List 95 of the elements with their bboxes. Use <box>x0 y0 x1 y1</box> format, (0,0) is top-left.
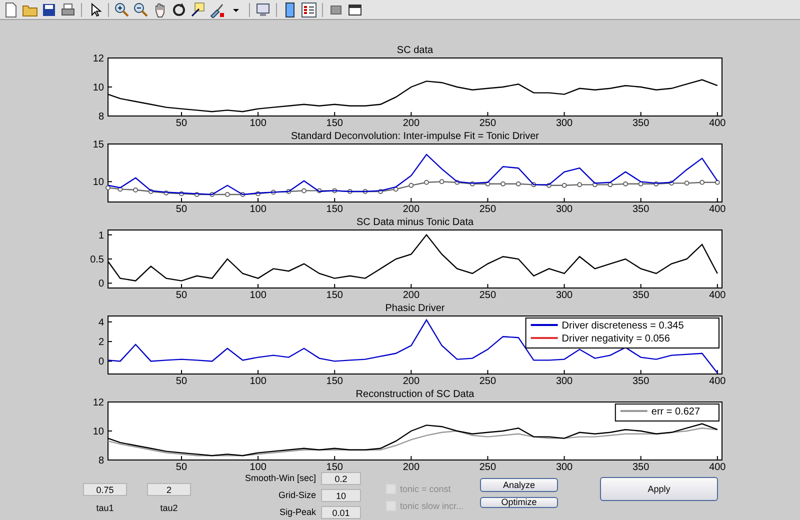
point <box>106 185 110 190</box>
legend-label: Driver negativity = 0.056 <box>562 334 670 344</box>
axis-tick-label: 400 <box>709 376 726 387</box>
axis-tick-label: 200 <box>402 290 420 301</box>
axis-tick-label: 250 <box>479 376 496 387</box>
axis-tick-label: 12 <box>92 54 104 64</box>
axis-tick-label: 400 <box>709 118 726 129</box>
axis-tick-label: 100 <box>250 462 266 473</box>
axis-tick-label: 250 <box>479 118 496 129</box>
point <box>608 182 613 188</box>
axis-tick-label: 50 <box>176 118 188 129</box>
action-button[interactable]: Analyze <box>480 478 558 492</box>
input-field[interactable]: 0.2 <box>321 472 361 485</box>
axis-tick-label: 50 <box>176 290 188 301</box>
input-field[interactable]: 0.75 <box>83 483 127 496</box>
legend-label: err = 0.627 <box>651 406 700 418</box>
input-field[interactable]: 2 <box>147 483 191 496</box>
axis-tick-label: 50 <box>176 204 188 215</box>
axis-tick-label: 12 <box>92 398 104 408</box>
field-label: Sig-Peak <box>278 507 316 517</box>
axis-tick-label: 2 <box>98 337 104 348</box>
chart-title: Phasic Driver <box>385 303 445 314</box>
axis-tick-label: 100 <box>250 204 266 215</box>
axis-tick-label: 400 <box>709 462 726 473</box>
input-field[interactable]: 10 <box>321 489 361 502</box>
checkbox-label: tonic = const <box>400 484 451 494</box>
field-label: Grid-Size <box>277 490 316 500</box>
axis-tick-label: 50 <box>176 462 188 473</box>
axis-tick-label: 150 <box>326 376 343 387</box>
axis-tick-label: 0.5 <box>90 254 104 266</box>
point <box>638 181 644 186</box>
axis-tick-label: 350 <box>632 204 650 215</box>
axis-tick-label: 350 <box>632 118 650 129</box>
axis-tick-label: 10 <box>92 177 104 188</box>
axis-tick-label: 400 <box>709 204 726 215</box>
chart-title: Standard Deconvolution: Inter-impulse Fit = Tonic Driver <box>291 131 539 142</box>
axis-tick-label: 150 <box>326 462 343 473</box>
axis-tick-label: 10 <box>92 82 104 94</box>
axis-tick-label: 350 <box>632 376 650 387</box>
field-label: tau2 <box>159 503 179 513</box>
axis-tick-label: 1 <box>98 230 104 242</box>
point <box>424 180 429 185</box>
axis-tick-label: 200 <box>402 462 420 473</box>
point <box>439 179 444 184</box>
legend-label: Driver discreteness = 0.345 <box>562 320 684 332</box>
field-label: tau1 <box>95 503 115 513</box>
point <box>301 188 306 194</box>
point <box>577 182 582 188</box>
axis-tick-label: 300 <box>556 118 573 129</box>
axis-tick-label: 300 <box>556 462 573 473</box>
chart-title: SC Data minus Tonic Data <box>356 217 474 228</box>
axis-tick-label: 150 <box>326 204 343 215</box>
axis-tick-label: 8 <box>98 456 104 466</box>
axis-tick-label: 250 <box>479 204 496 215</box>
axis-tick-label: 100 <box>250 118 266 129</box>
action-button[interactable]: Optimize <box>480 497 558 508</box>
point <box>500 181 506 186</box>
axis-tick-label: 200 <box>402 118 420 129</box>
point <box>562 182 567 188</box>
point <box>133 187 138 192</box>
axis-tick-label: 400 <box>709 290 726 301</box>
axis-tick-label: 200 <box>402 204 420 215</box>
apply-button[interactable]: Apply <box>600 477 718 501</box>
point <box>393 186 398 192</box>
axis-tick-label: 300 <box>556 290 573 301</box>
axis-tick-label: 300 <box>556 204 573 215</box>
chart-title: SC data <box>396 45 434 56</box>
axis-tick-label: 15 <box>92 140 104 150</box>
point <box>684 180 690 186</box>
axis-tick-label: 250 <box>479 462 496 473</box>
axis-tick-label: 200 <box>402 376 420 387</box>
point <box>408 182 414 188</box>
axis-tick-label: 150 <box>326 290 343 301</box>
axis-tick-label: 0 <box>98 356 104 368</box>
checkbox-label: tonic slow incr... <box>400 501 464 511</box>
point <box>623 181 628 186</box>
axis-tick-label: 100 <box>250 290 266 301</box>
axis-tick-label: 250 <box>479 290 496 301</box>
axis-tick-label: 8 <box>98 112 104 122</box>
field-label: Smooth-Win [sec] <box>244 473 316 483</box>
axis-tick-label: 50 <box>176 376 188 387</box>
axis-tick-label: 300 <box>556 376 573 387</box>
axis-tick-label: 150 <box>326 118 343 129</box>
point <box>516 181 521 186</box>
chart-title: Reconstruction of SC Data <box>356 389 474 400</box>
point <box>224 192 230 197</box>
point <box>714 180 720 185</box>
axis-tick-label: 350 <box>632 462 650 473</box>
axis-tick-label: 350 <box>632 290 650 301</box>
axis-tick-label: 10 <box>92 426 104 438</box>
input-field[interactable]: 0.01 <box>321 506 361 519</box>
axis-tick-label: 0 <box>98 278 104 290</box>
axis-tick-label: 100 <box>250 376 266 387</box>
axis-tick-label: 4 <box>98 317 104 328</box>
point <box>700 180 705 185</box>
